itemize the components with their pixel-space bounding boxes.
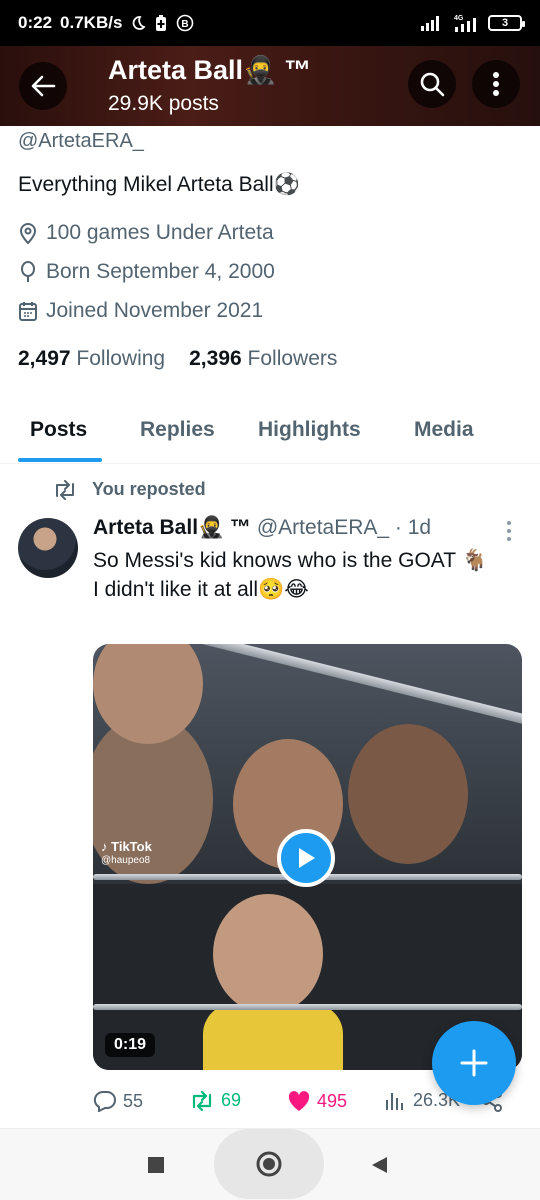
tiktok-logo-icon: ♪ xyxy=(101,839,112,854)
post-more-button[interactable] xyxy=(505,520,513,547)
profile-joined-text: Joined November 2021 xyxy=(46,299,264,322)
like-button[interactable]: 495 xyxy=(287,1090,347,1112)
post-time: · 1d xyxy=(394,516,432,539)
system-nav-bar xyxy=(0,1128,540,1200)
b-badge-icon: B xyxy=(176,14,194,32)
tiktok-user: @haupeo8 xyxy=(101,855,151,866)
repost-indicator: You reposted xyxy=(52,479,206,500)
profile-location-text: 100 games Under Arteta xyxy=(46,221,274,244)
reply-count: 55 xyxy=(123,1090,144,1111)
like-count: 495 xyxy=(317,1090,348,1111)
profile-birthday: Born September 4, 2000 xyxy=(18,260,275,284)
battery-level: 3 xyxy=(501,17,509,29)
profile-location: 100 games Under Arteta xyxy=(18,221,274,245)
tiktok-label: TikTok xyxy=(111,839,152,854)
balloon-icon xyxy=(21,261,35,282)
profile-header-banner: Arteta Ball🥷 ™ 29.9K posts xyxy=(0,46,540,126)
following-link[interactable]: 2,497 Following xyxy=(18,347,165,371)
profile-tabs: Posts Replies Highlights Media xyxy=(0,400,540,464)
tab-highlights[interactable]: Highlights xyxy=(258,418,361,442)
circle-home-icon xyxy=(256,1151,282,1177)
repost-label: You reposted xyxy=(92,479,206,499)
followers-link[interactable]: 2,396 Followers xyxy=(189,347,337,371)
video-duration: 0:19 xyxy=(105,1033,156,1057)
follow-stats: 2,497 Following 2,396 Followers xyxy=(18,347,337,371)
author-handle[interactable]: @ArtetaERA_ xyxy=(257,516,389,539)
triangle-back-icon xyxy=(372,1157,387,1173)
header-title: Arteta Ball🥷 ™ xyxy=(108,55,312,85)
moon-icon xyxy=(130,15,147,31)
following-label: Following xyxy=(76,347,166,370)
followers-count: 2,396 xyxy=(189,347,242,370)
video-railing xyxy=(187,644,522,728)
tab-posts[interactable]: Posts xyxy=(30,418,87,442)
plus-icon xyxy=(460,1049,488,1077)
recents-button[interactable] xyxy=(146,1155,166,1175)
video-child-shirt xyxy=(203,1004,343,1070)
network-label: 4G xyxy=(454,15,464,22)
back-nav-button[interactable] xyxy=(368,1154,390,1176)
post-text-line-2: I didn't like it at all🥺😂 xyxy=(93,578,309,601)
heart-filled-icon xyxy=(288,1091,310,1111)
header-posts-count: 29.9K posts xyxy=(108,92,219,115)
tiktok-watermark: ♪ TikTok @haupeo8 xyxy=(101,840,152,868)
play-icon xyxy=(299,848,315,868)
repost-count: 69 xyxy=(221,1090,242,1110)
profile-joined: Joined November 2021 xyxy=(18,299,263,323)
search-icon xyxy=(420,72,445,97)
signal-icon xyxy=(420,15,444,31)
profile-birthday-text: Born September 4, 2000 xyxy=(46,260,275,283)
calendar-icon xyxy=(19,302,37,321)
followers-label: Followers xyxy=(247,347,338,370)
compose-post-button[interactable] xyxy=(432,1021,516,1105)
more-options-button[interactable] xyxy=(472,60,520,108)
video-person-right xyxy=(348,724,468,864)
following-count: 2,497 xyxy=(18,347,71,370)
status-bar: 0:22 0.7KB/s B 4G 3 xyxy=(0,0,540,46)
square-icon xyxy=(148,1157,164,1173)
post-text: So Messi's kid knows who is the GOAT 🐐 I… xyxy=(93,546,513,604)
repost-icon xyxy=(192,1090,212,1111)
more-vertical-icon xyxy=(493,72,499,96)
back-button[interactable] xyxy=(19,62,67,110)
svg-text:B: B xyxy=(182,19,189,30)
repost-icon xyxy=(56,479,74,500)
reply-button[interactable]: 55 xyxy=(93,1090,143,1112)
arrow-left-icon xyxy=(31,75,56,97)
status-time: 0:22 xyxy=(18,13,53,32)
video-child xyxy=(213,894,323,1014)
video-railing-bottom xyxy=(93,1004,522,1010)
battery-icon: 3 xyxy=(488,15,525,31)
status-speed: 0.7KB/s xyxy=(60,13,123,32)
home-button[interactable] xyxy=(214,1129,324,1199)
post-header: Arteta Ball🥷 ™ @ArtetaERA_ · 1d xyxy=(93,516,431,540)
reply-icon xyxy=(93,1090,116,1112)
active-tab-indicator xyxy=(18,458,102,462)
author-name[interactable]: Arteta Ball🥷 ™ xyxy=(93,516,251,539)
post-video[interactable]: ♪ TikTok @haupeo8 0:19 xyxy=(93,644,522,1070)
play-button[interactable] xyxy=(277,829,335,887)
post-text-line-1: So Messi's kid knows who is the GOAT 🐐 xyxy=(93,549,488,572)
tab-replies[interactable]: Replies xyxy=(140,418,215,442)
profile-bio: Everything Mikel Arteta Ball⚽ xyxy=(18,173,300,196)
search-button[interactable] xyxy=(408,60,456,108)
author-avatar[interactable] xyxy=(18,518,78,578)
profile-handle: @ArtetaERA_ xyxy=(18,130,144,152)
tab-media[interactable]: Media xyxy=(414,418,474,442)
repost-button[interactable]: 69 xyxy=(189,1090,241,1111)
more-vertical-icon xyxy=(507,521,511,541)
signal-4g-icon: 4G xyxy=(452,13,480,33)
battery-saver-icon xyxy=(154,14,168,32)
analytics-icon xyxy=(386,1092,403,1110)
location-pin-icon xyxy=(19,223,37,244)
